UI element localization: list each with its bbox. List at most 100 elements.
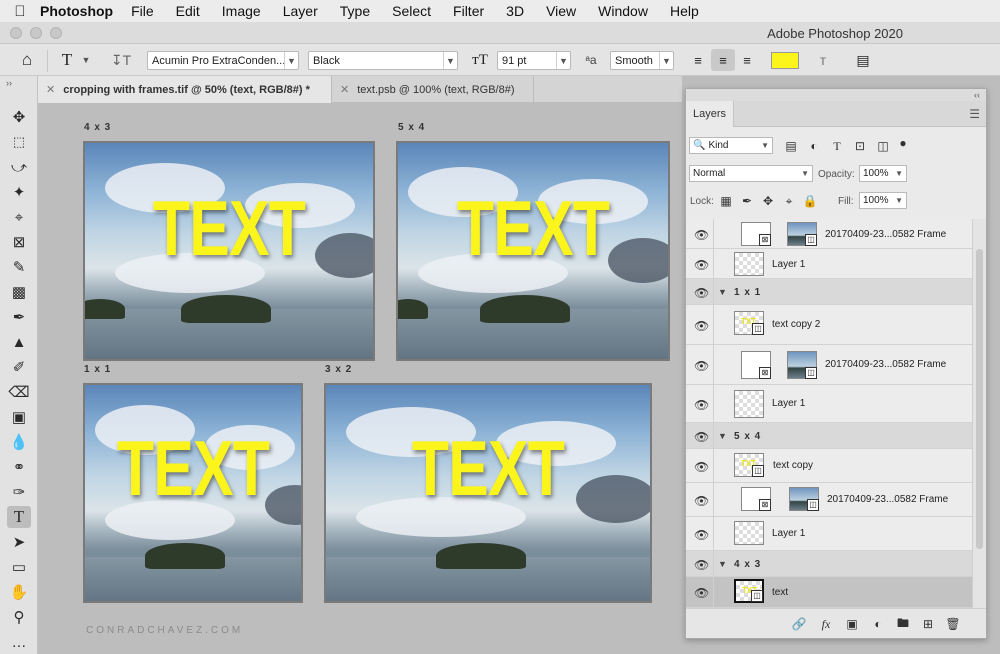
menu-type[interactable]: Type [340,3,370,19]
type-tool-icon[interactable]: T [7,506,31,528]
align-left-icon[interactable]: ≡ [688,50,708,70]
font-family-select[interactable]: Acumin Pro ExtraConden... ▼ [147,51,299,70]
eye-icon[interactable]: 👁 [694,586,709,600]
dodge-tool-icon[interactable]: ⚭ [7,456,31,478]
add-mask-icon[interactable]: ▣ [843,615,861,633]
eye-icon[interactable]: 👁 [694,319,709,333]
layer-row-frame[interactable]: 👁 ⊠ ◫ 20170409-23...0582 Frame [686,483,972,517]
new-group-icon[interactable]: 🖿 [894,615,912,633]
brush-tool-icon[interactable]: ✒ [7,306,31,328]
zoom-window-button[interactable] [50,27,62,39]
move-tool-icon[interactable]: ✥ [7,106,31,128]
layer-row-smart-selected[interactable]: 👁 TXT ◫ text [686,577,972,608]
align-center-icon[interactable]: ≡ [711,49,735,71]
filter-shape-icon[interactable]: ⊡ [850,137,870,155]
eye-icon[interactable]: 👁 [694,528,709,542]
layer-row-smart[interactable]: 👁 TXT ◫ text copy 2 [686,305,972,345]
filter-toggle-icon[interactable]: ● [893,134,913,152]
panel-menu-icon[interactable]: ☰ [969,107,980,121]
menu-filter[interactable]: Filter [453,3,484,19]
photo-frame-3x2[interactable]: TEXT [324,383,652,603]
frame-tool-icon[interactable]: ⊠ [7,231,31,253]
layer-group-4x3[interactable]: 👁 ▼ 4 x 3 [686,551,972,577]
opacity-input[interactable]: 100% ▼ [859,165,907,182]
hand-tool-icon[interactable]: ✋ [7,581,31,603]
eye-icon[interactable]: 👁 [694,286,709,300]
menu-image[interactable]: Image [222,3,261,19]
eye-icon[interactable]: 👁 [694,494,709,508]
eye-icon[interactable]: 👁 [694,359,709,373]
antialias-select[interactable]: Smooth ▼ [610,51,674,70]
lock-all-icon[interactable]: 🔒 [800,192,820,210]
chevron-down-icon[interactable]: ▼ [718,559,727,569]
eye-icon[interactable]: 👁 [694,228,709,242]
close-tab-icon[interactable]: ✕ [46,83,55,96]
lock-artboard-icon[interactable]: ⌖ [779,192,799,210]
menu-layer[interactable]: Layer [283,3,318,19]
layer-row-pixel[interactable]: 👁 Layer 1 [686,517,972,551]
healing-brush-tool-icon[interactable]: ▩ [7,281,31,303]
layer-group-5x4[interactable]: 👁 ▼ 5 x 4 [686,423,972,449]
chevron-down-icon[interactable]: ▼ [718,287,727,297]
character-panel-icon[interactable]: ▤ [852,50,874,70]
menu-file[interactable]: File [131,3,154,19]
font-style-select[interactable]: Black ▼ [308,51,458,70]
tool-preset-chevron-icon[interactable]: ▼ [80,52,92,68]
scrollbar-thumb[interactable] [976,249,983,549]
menu-edit[interactable]: Edit [176,3,200,19]
minimize-window-button[interactable] [30,27,42,39]
panel-collapse-icon[interactable]: ›› [0,76,37,90]
path-selection-tool-icon[interactable]: ➤ [7,531,31,553]
tab-cropping-with-frames[interactable]: ✕ cropping with frames.tif @ 50% (text, … [38,76,332,103]
layer-row-pixel[interactable]: 👁 Layer 1 [686,249,972,279]
menu-help[interactable]: Help [670,3,699,19]
tab-text-psb[interactable]: ✕ text.psb @ 100% (text, RGB/8#) [332,76,534,103]
clone-stamp-tool-icon[interactable]: ▲ [7,331,31,353]
filter-pixel-icon[interactable]: ▤ [781,137,801,155]
layer-row-frame[interactable]: 👁 ⊠ ◫ 20170409-23...0582 Frame [686,345,972,385]
lock-transparency-icon[interactable]: ▦ [716,192,736,210]
photo-frame-5x4[interactable]: TEXT [396,141,670,361]
align-right-icon[interactable]: ≡ [737,50,757,70]
layer-row-pixel[interactable]: 👁 Layer 1 [686,385,972,423]
photo-frame-1x1[interactable]: TEXT [83,383,303,603]
filter-type-icon[interactable]: T [827,137,847,155]
warp-text-icon[interactable]: ᴛ [813,50,833,70]
eye-icon[interactable]: 👁 [694,398,709,412]
close-window-button[interactable] [10,27,22,39]
lock-position-icon[interactable]: ✥ [758,192,778,210]
font-size-select[interactable]: 91 pt ▼ [497,51,571,70]
eye-icon[interactable]: 👁 [694,460,709,474]
eye-icon[interactable]: 👁 [694,558,709,572]
magic-wand-tool-icon[interactable]: ✦ [7,181,31,203]
eye-icon[interactable]: 👁 [694,258,709,272]
blend-mode-select[interactable]: Normal ▼ [689,165,813,182]
home-icon[interactable]: ⌂ [14,50,40,70]
marquee-tool-icon[interactable]: ⬚ [7,131,31,153]
fx-icon[interactable]: fx [817,615,835,633]
blur-tool-icon[interactable]: 💧 [7,431,31,453]
eraser-tool-icon[interactable]: ⌫ [7,381,31,403]
lock-image-icon[interactable]: ✒ [737,192,757,210]
layer-group-1x1[interactable]: 👁 ▼ 1 x 1 [686,279,972,305]
menu-view[interactable]: View [546,3,576,19]
filter-adjustment-icon[interactable]: ◐ [804,137,824,155]
layer-row-smart[interactable]: 👁 TXT ◫ text copy [686,449,972,483]
history-brush-tool-icon[interactable]: ✐ [7,356,31,378]
chevron-down-icon[interactable]: ▼ [718,431,727,441]
filter-kind-select[interactable]: 🔍 Kind ▼ [689,137,773,154]
menu-window[interactable]: Window [598,3,648,19]
fill-input[interactable]: 100% ▼ [859,192,907,209]
more-tools-icon[interactable]: … [7,631,31,653]
close-tab-icon[interactable]: ✕ [340,83,349,96]
eyedropper-tool-icon[interactable]: ✎ [7,256,31,278]
type-tool-preset-icon[interactable]: T [56,50,78,70]
link-layers-icon[interactable]: 🔗 [790,615,808,633]
layer-list[interactable]: 👁 ⊠ ◫ 20170409-23...0582 Frame 👁 Layer 1… [686,219,972,608]
zoom-tool-icon[interactable]: ⚲ [7,606,31,628]
crop-tool-icon[interactable]: ⌖ [7,206,31,228]
menu-3d[interactable]: 3D [506,3,524,19]
filter-smart-object-icon[interactable]: ◫ [873,137,893,155]
new-layer-icon[interactable]: ⊞ [919,615,937,633]
eye-icon[interactable]: 👁 [694,430,709,444]
